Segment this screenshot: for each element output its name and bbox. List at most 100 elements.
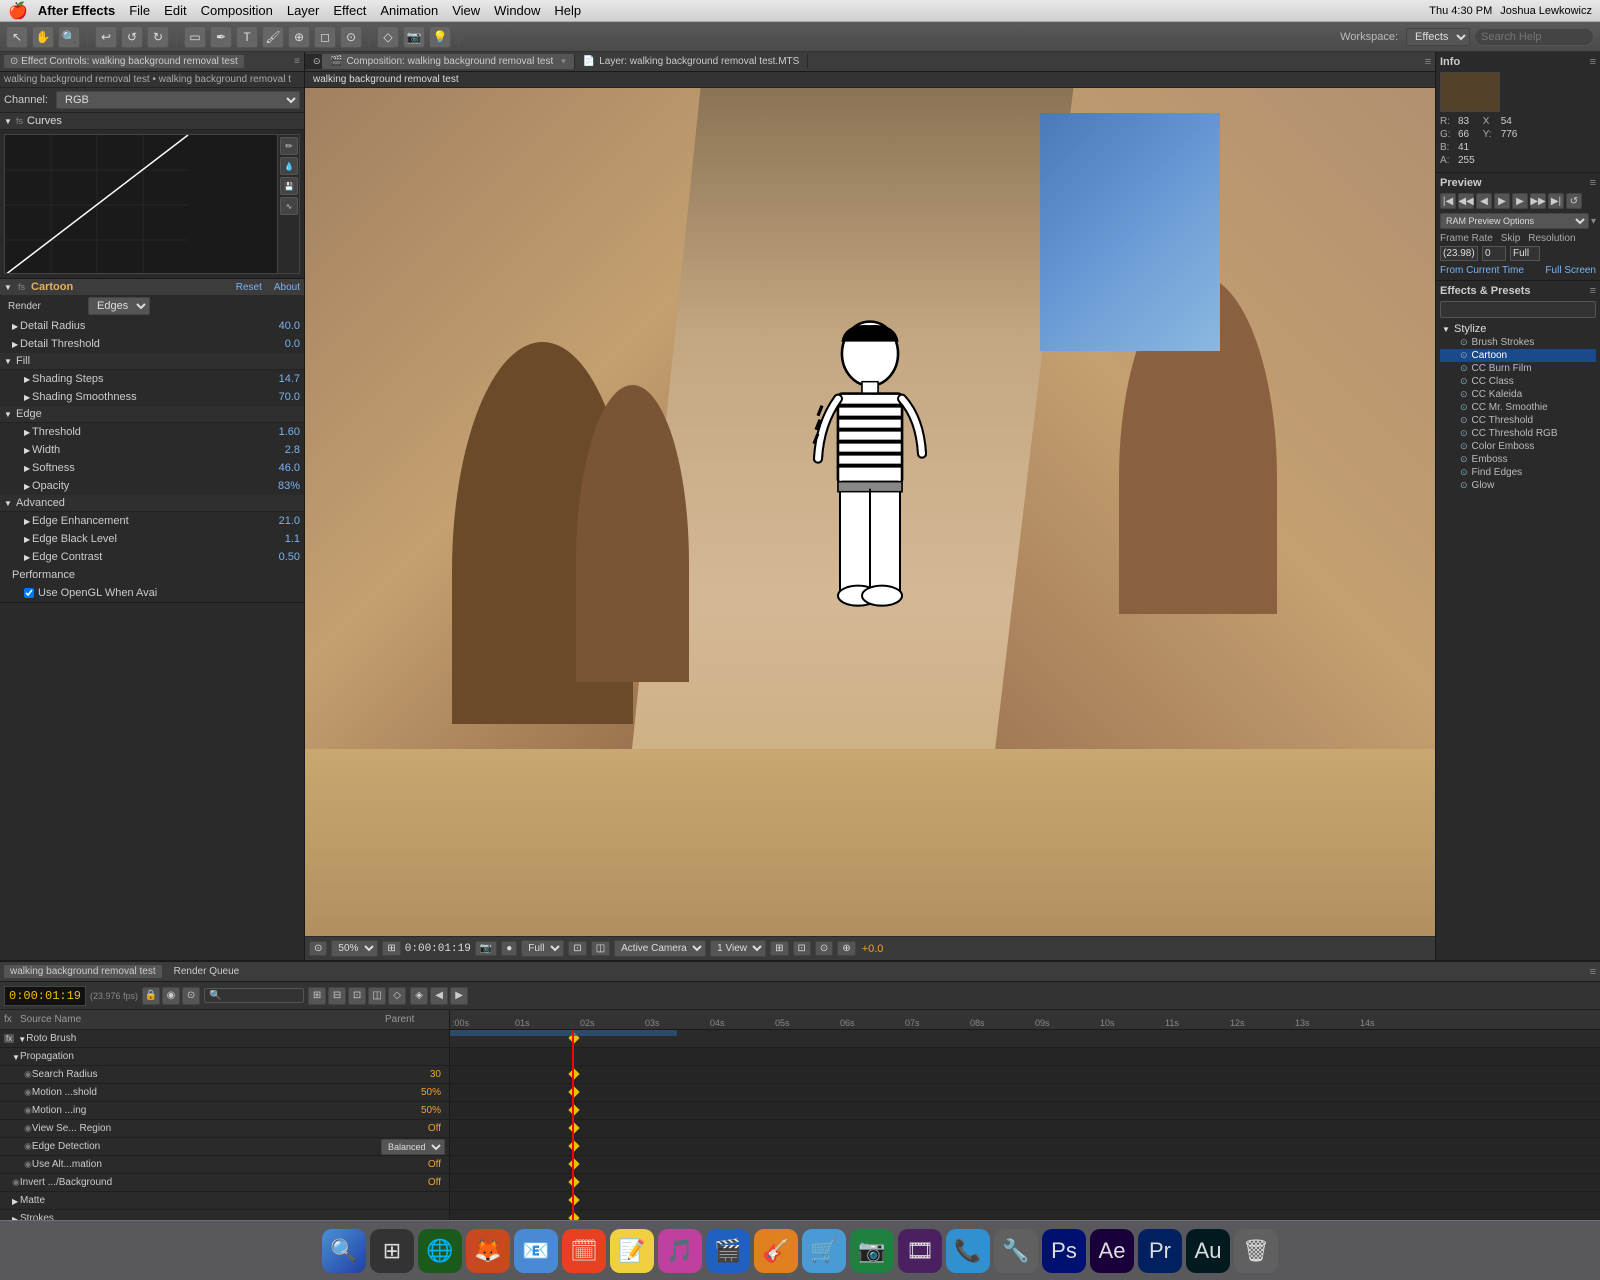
edge-enhance-tri[interactable] [24, 515, 32, 527]
dock-appstore[interactable]: 🛒 [802, 1229, 846, 1273]
skip-input[interactable] [1482, 246, 1506, 261]
viewer-transparency[interactable]: ◫ [591, 941, 610, 956]
dock-aftereffects[interactable]: Ae [1090, 1229, 1134, 1273]
ep-item-brush-strokes[interactable]: ⊙ Brush Strokes [1440, 336, 1596, 349]
tool-light[interactable]: 💡 [429, 26, 451, 48]
tl-draft[interactable]: ⊡ [348, 987, 366, 1005]
tl-search-input[interactable] [204, 988, 304, 1003]
tl-solo[interactable]: ◉ [162, 987, 180, 1005]
track-area[interactable]: :00s 01s 02s 03s 04s 05s 06s 07s 08s 09s… [450, 1010, 1600, 1220]
dock-finder[interactable]: 🔍 [322, 1229, 366, 1273]
tool-brush[interactable]: 🖌 [262, 26, 284, 48]
kf-view-1[interactable] [568, 1122, 579, 1133]
dock-dvdplayer[interactable]: 🎞 [898, 1229, 942, 1273]
res-input[interactable] [1510, 246, 1540, 261]
search-help-input[interactable] [1474, 28, 1594, 46]
menu-view[interactable]: View [452, 3, 480, 18]
motion-ing-value[interactable]: 50% [421, 1105, 441, 1116]
dock-calendar[interactable]: 🗓 [562, 1229, 606, 1273]
prev-loop[interactable]: ↺ [1566, 193, 1582, 209]
menu-composition[interactable]: Composition [201, 3, 273, 18]
tool-roto[interactable]: ⊙ [340, 26, 362, 48]
edge-enhance-value[interactable]: 21.0 [279, 515, 300, 527]
edge-black-tri[interactable] [24, 533, 32, 545]
view-se-value[interactable]: Off [428, 1123, 441, 1134]
edge-det-select[interactable]: Balanced [381, 1139, 445, 1155]
width-value[interactable]: 2.8 [285, 444, 300, 456]
tl-panel-menu[interactable]: ≡ [1590, 966, 1596, 978]
tl-timecode[interactable]: 0:00:01:19 [4, 986, 86, 1006]
tl-tab-render[interactable]: Render Queue [168, 965, 246, 978]
comp-tab-camera[interactable]: ⊙ [305, 54, 322, 69]
ep-item-cartoon[interactable]: ⊙ Cartoon [1440, 349, 1596, 362]
shading-steps-value[interactable]: 14.7 [279, 373, 300, 385]
shading-steps-tri[interactable] [24, 373, 32, 385]
work-area-bar[interactable] [450, 1030, 677, 1036]
tool-arrow[interactable]: ↖ [6, 26, 28, 48]
kf-search-1[interactable] [568, 1068, 579, 1079]
curves-header[interactable]: fs Curves [0, 113, 304, 130]
opacity-value[interactable]: 83% [278, 480, 300, 492]
viewer-panel-a[interactable]: ⊞ [770, 941, 788, 956]
menu-window[interactable]: Window [494, 3, 540, 18]
dock-audition[interactable]: Au [1186, 1229, 1230, 1273]
ep-item-cc-threshold-rgb[interactable]: ⊙ CC Threshold RGB [1440, 427, 1596, 440]
curves-tool-dropper[interactable]: 💧 [280, 157, 298, 175]
prev-prev-frame[interactable]: ◀◀ [1458, 193, 1474, 209]
roto-tri[interactable] [18, 1033, 26, 1045]
dock-garageband[interactable]: 🎸 [754, 1229, 798, 1273]
advanced-section[interactable]: Advanced [0, 495, 304, 512]
dock-premierpro[interactable]: Pr [1138, 1229, 1182, 1273]
dock-launchpad[interactable]: ⊞ [370, 1229, 414, 1273]
ram-menu[interactable]: ▾ [1591, 216, 1596, 227]
tool-eraser[interactable]: ◻ [314, 26, 336, 48]
workspace-select[interactable]: Effects [1406, 28, 1470, 46]
dock-iphoto[interactable]: 📷 [850, 1229, 894, 1273]
viewer-3d[interactable]: ⊙ [815, 941, 833, 956]
curves-tool-pencil[interactable]: ✏ [280, 137, 298, 155]
viewer[interactable] [305, 88, 1435, 936]
tool-clone[interactable]: ⊕ [288, 26, 310, 48]
kf-matte-1[interactable] [568, 1194, 579, 1205]
prev-last-frame[interactable]: ▶| [1548, 193, 1564, 209]
viewer-grid[interactable]: ⊞ [382, 941, 400, 956]
shading-smooth-tri[interactable] [24, 391, 32, 403]
ep-item-cc-kaleida[interactable]: ⊙ CC Kaleida [1440, 388, 1596, 401]
menu-animation[interactable]: Animation [380, 3, 438, 18]
from-current-btn[interactable]: From Current Time [1440, 265, 1524, 276]
menu-effect[interactable]: Effect [333, 3, 366, 18]
menu-help[interactable]: Help [554, 3, 581, 18]
softness-tri[interactable] [24, 462, 32, 474]
dock-itunes[interactable]: 🎵 [658, 1229, 702, 1273]
comp-panel-menu[interactable]: ≡ [1425, 56, 1435, 68]
strokes-tri[interactable] [12, 1213, 20, 1221]
motion-shold-value[interactable]: 50% [421, 1087, 441, 1098]
camera-select[interactable]: Active Camera [614, 940, 706, 957]
dock-skype[interactable]: 📞 [946, 1229, 990, 1273]
width-tri[interactable] [24, 444, 32, 456]
edge-contrast-value[interactable]: 0.50 [279, 551, 300, 563]
ep-item-cc-smoothie[interactable]: ⊙ CC Mr. Smoothie [1440, 401, 1596, 414]
prev-first-frame[interactable]: |◀ [1440, 193, 1456, 209]
info-menu[interactable]: ≡ [1590, 56, 1596, 68]
softness-value[interactable]: 46.0 [279, 462, 300, 474]
tool-camera[interactable]: 📷 [403, 26, 425, 48]
ep-stylize-header[interactable]: Stylize [1440, 322, 1596, 336]
layer-tab[interactable]: 📄 Layer: walking background removal test… [575, 54, 809, 69]
fill-section[interactable]: Fill [0, 353, 304, 370]
threshold-tri[interactable] [24, 426, 32, 438]
viewer-quality[interactable]: ● [501, 941, 517, 956]
prop-tri[interactable] [12, 1051, 20, 1063]
threshold-value[interactable]: 1.60 [279, 426, 300, 438]
preview-menu[interactable]: ≡ [1590, 177, 1596, 189]
dock-notes[interactable]: 📝 [610, 1229, 654, 1273]
ec-close[interactable]: ≡ [294, 56, 300, 67]
tool-zoom[interactable]: 🔍 [58, 26, 80, 48]
kf-strokes-1[interactable] [568, 1212, 579, 1220]
edge-contrast-tri[interactable] [24, 551, 32, 563]
dock-photoshop[interactable]: Ps [1042, 1229, 1086, 1273]
menu-edit[interactable]: Edit [164, 3, 186, 18]
tool-pen[interactable]: ✒ [210, 26, 232, 48]
tool-text[interactable]: T [236, 26, 258, 48]
curves-tool-wave[interactable]: ∿ [280, 197, 298, 215]
